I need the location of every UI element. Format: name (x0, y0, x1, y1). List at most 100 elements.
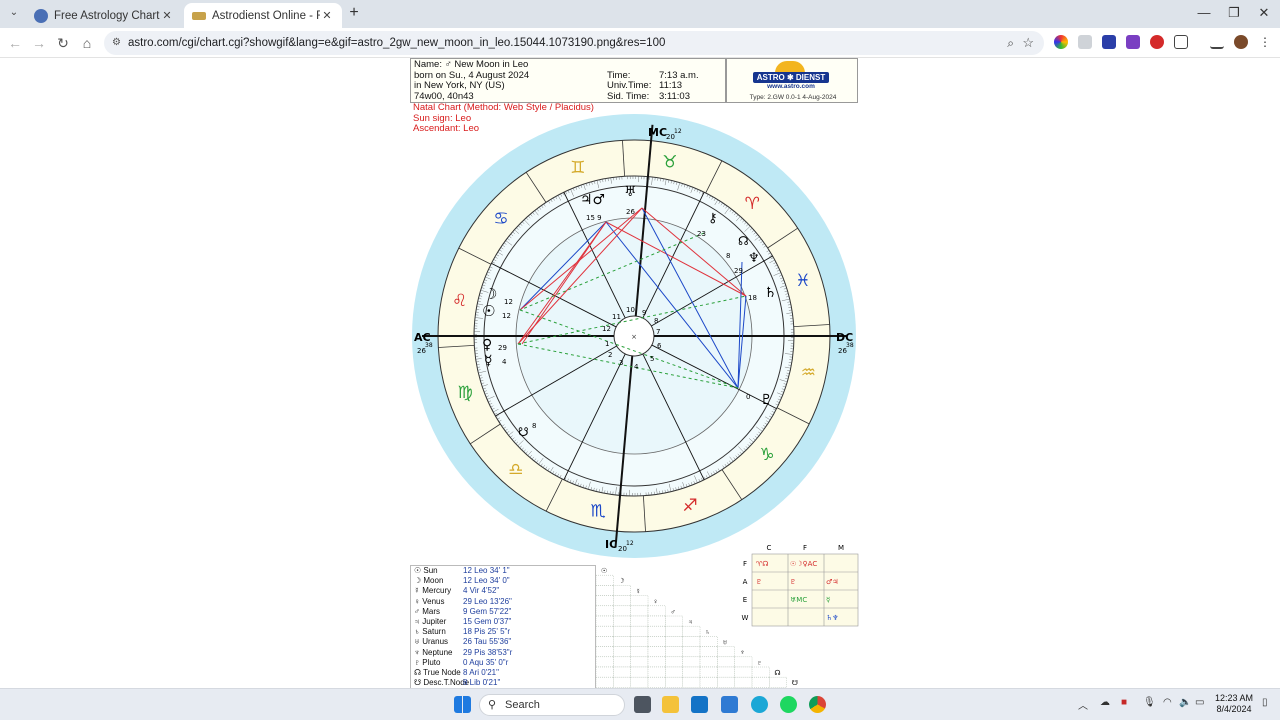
app-icon[interactable] (691, 696, 708, 713)
restore-button[interactable]: ❐ (1224, 6, 1244, 20)
aspect-cell (665, 615, 683, 627)
planet-name: ☽ Moon (414, 576, 444, 586)
security-icon[interactable]: ■ (1121, 697, 1127, 708)
aspect-cell (665, 626, 683, 637)
aspect-cell (630, 666, 649, 678)
zoom-icon[interactable]: ⌕ (1007, 31, 1014, 55)
row-water: W (742, 614, 749, 622)
home-button[interactable]: ⌂ (78, 34, 96, 52)
sign-glyph-cancer: ♋ (493, 209, 508, 229)
earth-mutable-glyphs: ☿ (826, 596, 830, 604)
astrodienst-favicon-icon (34, 8, 48, 23)
spotify-icon[interactable] (780, 696, 797, 713)
aspect-cell (613, 605, 631, 617)
aspect-cell (596, 626, 614, 637)
aspect-cell (613, 615, 631, 627)
row-air: A (743, 578, 748, 586)
taskbar-search[interactable]: ⚲ Search (479, 694, 625, 716)
aspect-cell (596, 615, 614, 627)
planet-position: 29 Leo 13'26" (463, 596, 512, 606)
node-degree: 8 (726, 252, 730, 260)
aspect-cell (630, 646, 649, 657)
edge-icon[interactable] (751, 696, 768, 713)
aspect-cell (630, 676, 649, 688)
aspect-cell (647, 646, 666, 657)
microphone-icon[interactable]: 🎙 (1143, 697, 1156, 708)
chrome-icon[interactable] (809, 696, 826, 713)
tab-free-astrology-chart[interactable]: Free Astrology Chart - Astrodie ✕ (26, 3, 182, 28)
onedrive-icon[interactable]: ☁ (1100, 697, 1110, 708)
extension-k-icon[interactable] (1078, 35, 1092, 49)
extension-shield-icon[interactable] (1102, 35, 1116, 49)
planet-row: ♂ Mars 9 Gem 57'22" (411, 607, 595, 617)
planet-row: ♄ Saturn 18 Pis 25' 5"r (411, 627, 595, 637)
aspect-row-glyph: ☋ (792, 679, 798, 687)
aspect-cell (734, 656, 753, 668)
aspect-cell (665, 676, 683, 688)
aspect-cell (734, 666, 753, 678)
house-9: 9 (642, 309, 646, 317)
profile-avatar[interactable] (1234, 35, 1248, 49)
extension-red-icon[interactable] (1150, 35, 1164, 49)
astrodienst-logo[interactable]: ASTRO ✱ DIENST www.astro.com Type: 2.GW … (726, 58, 858, 103)
planet-row: ☽ Moon 12 Leo 34' 0" (411, 576, 595, 586)
windows-taskbar: ⚲ Search ︿ ☁ ■ 🎙 ◠ 🔈 ▭ 12:23 AM 8/4/2024… (0, 688, 1280, 720)
aspect-cell (717, 646, 735, 657)
house-10: 10 (626, 306, 635, 314)
sun-glyph: ☉ (482, 302, 495, 320)
windows-start-icon[interactable] (454, 696, 471, 713)
sign-glyph-capricorn: ♑ (759, 445, 774, 465)
bookmark-star-icon[interactable]: ☆ (1022, 31, 1034, 55)
aspect-cell (596, 666, 614, 678)
ic-label: IC (605, 538, 617, 551)
house-12: 12 (602, 325, 611, 333)
back-button[interactable]: ← (6, 34, 24, 52)
minimize-button[interactable]: — (1194, 6, 1214, 20)
notification-icon[interactable]: ▯ (1262, 697, 1268, 708)
close-icon[interactable]: ✕ (320, 9, 334, 22)
house-3: 3 (619, 359, 623, 367)
window-close-button[interactable]: ✕ (1254, 6, 1274, 20)
aspect-cell (682, 646, 701, 657)
download-icon[interactable] (1210, 35, 1224, 49)
file-explorer-icon[interactable] (662, 696, 679, 713)
planet-name: ☋ Desc.T.Node (414, 678, 470, 688)
battery-icon[interactable]: ▭ (1195, 697, 1204, 708)
logo-brand: ASTRO ✱ DIENST (753, 72, 829, 83)
forward-button[interactable]: → (30, 34, 48, 52)
moon-glyph: ☽ (484, 285, 497, 303)
address-bar[interactable]: ⚙ astro.com/cgi/chart.cgi?showgif&lang=e… (104, 31, 1044, 55)
aspect-row-glyph: ♅ (722, 639, 727, 646)
aspect-cell (769, 676, 787, 688)
planet-position: 8 Ari 0'21" (463, 667, 499, 677)
close-icon[interactable]: ✕ (160, 9, 174, 22)
tab-search-icon[interactable]: ⌄ (6, 5, 22, 21)
chiron-degree: 23 (697, 230, 706, 238)
extensions-puzzle-icon[interactable] (1174, 35, 1188, 49)
show-hidden-icons[interactable]: ︿ (1078, 697, 1088, 712)
menu-dots-icon[interactable]: ⋮ (1258, 35, 1272, 49)
air-fixed-glyphs: ♇ (790, 578, 796, 586)
house-1: 1 (605, 340, 609, 348)
wifi-icon[interactable]: ◠ (1163, 697, 1172, 708)
site-info-icon[interactable]: ⚙ (112, 31, 121, 55)
aspect-row-glyph: ♂ (670, 609, 675, 616)
aspect-cell (630, 656, 649, 668)
sign-glyph-taurus: ♉ (662, 153, 677, 173)
new-tab-button[interactable]: + (346, 5, 362, 21)
aspect-row-glyph: ♃ (688, 619, 693, 626)
task-view-icon[interactable] (634, 696, 651, 713)
microsoft-store-icon[interactable] (721, 696, 738, 713)
jupiter-mars-glyphs: ♃♂ (580, 192, 605, 208)
aspect-cell (682, 626, 701, 637)
volume-icon[interactable]: 🔈 (1179, 697, 1191, 708)
system-clock[interactable]: 12:23 AM 8/4/2024 (1212, 693, 1256, 715)
extension-k2-icon[interactable] (1126, 35, 1140, 49)
tab-astrodienst-online[interactable]: Astrodienst Online - Free Astro ✕ (184, 3, 342, 28)
color-extension-icon[interactable] (1054, 35, 1068, 49)
reload-button[interactable]: ↻ (54, 34, 72, 52)
natal-chart-wheel: ♌♋♊ ♉♈♓♒♑♐♏♎♍ × MC 20 12 IC 20 12 AC 26 3… (412, 114, 856, 558)
aspect-cell (630, 615, 649, 627)
aspect-cell (665, 666, 683, 678)
uranus-degree: 26 (626, 208, 635, 216)
